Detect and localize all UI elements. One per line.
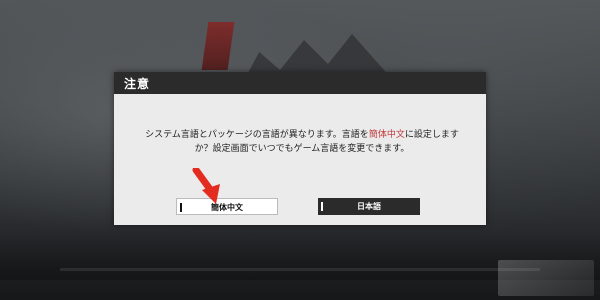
dialog-header: 注意 — [114, 72, 486, 94]
japanese-button-label: 日本語 — [357, 202, 381, 211]
site-watermark — [498, 260, 594, 296]
dialog-title: 注意 — [124, 77, 151, 91]
red-down-arrow-icon — [192, 168, 220, 204]
message-language-highlight: 簡体中文 — [368, 130, 405, 140]
language-notice-dialog: 注意 システム言語とパッケージの言語が異なります。言語を簡体中文に設定しますか？… — [114, 72, 486, 225]
dialog-body: システム言語とパッケージの言語が異なります。言語を簡体中文に設定しますか？設定画… — [114, 94, 486, 225]
button-marker-icon — [321, 202, 323, 211]
message-text-1: システム言語とパッケージの言語が異なります。言語を — [145, 130, 369, 140]
dialog-message: システム言語とパッケージの言語が異なります。言語を簡体中文に設定しますか？設定画… — [142, 128, 462, 156]
japanese-button[interactable]: 日本語 — [318, 198, 420, 215]
button-marker-icon — [180, 203, 182, 212]
